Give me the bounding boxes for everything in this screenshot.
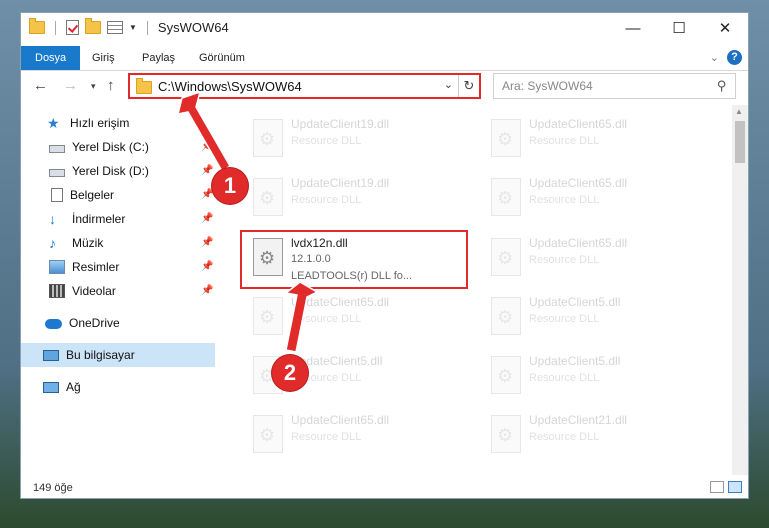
arrow-2 [284,281,319,353]
annotation-arrows [176,90,319,353]
arrow-1 [176,90,232,173]
step-badge-1: 1 [212,168,248,204]
step-badge-2: 2 [272,355,308,391]
